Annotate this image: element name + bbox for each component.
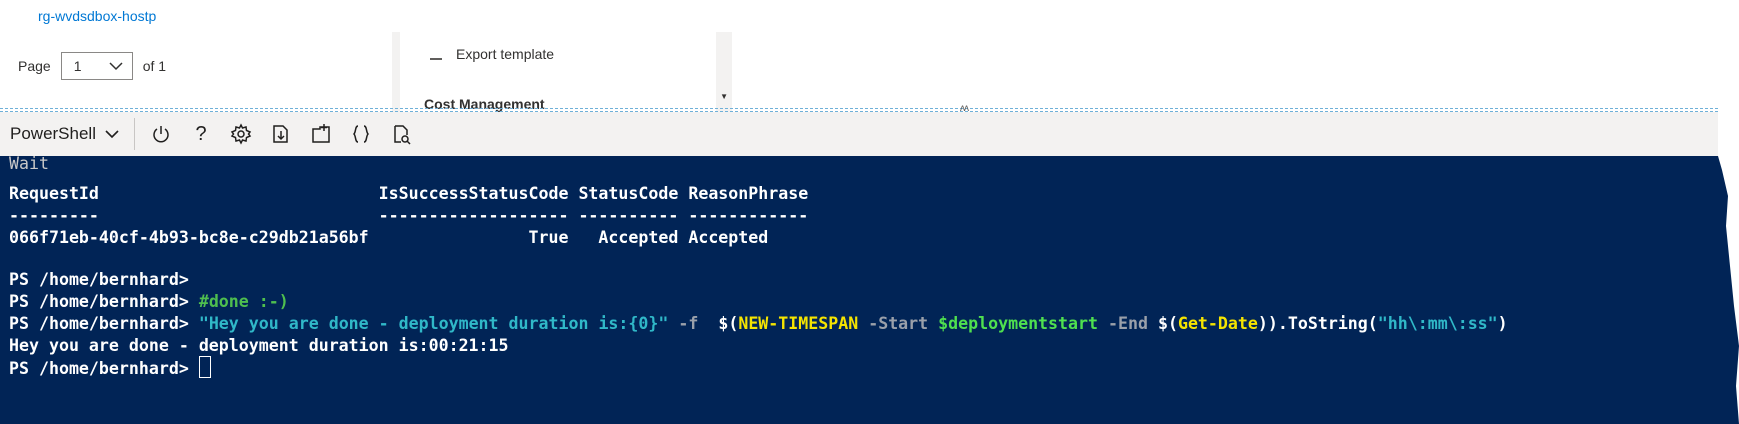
command-string: "hh\:mm\:ss" bbox=[1377, 314, 1498, 333]
upload-download-button[interactable] bbox=[261, 114, 301, 154]
terminal-cursor bbox=[198, 356, 211, 378]
menu-item-label: Export template bbox=[456, 46, 555, 62]
new-session-button[interactable] bbox=[301, 114, 341, 154]
help-icon: ? bbox=[195, 122, 207, 145]
terminal-prompt-line: PS /home/bernhard> #done :-) bbox=[9, 290, 289, 314]
open-editor-icon bbox=[312, 124, 330, 143]
command-method: )).ToString( bbox=[1257, 314, 1378, 333]
prompt: PS /home/bernhard> bbox=[9, 270, 199, 289]
terminal-output-line: Hey you are done - deployment duration i… bbox=[9, 336, 509, 355]
terminal-table-row: 066f71eb-40cf-4b93-bc8e-c29db21a56bf Tru… bbox=[9, 228, 769, 247]
menu-scrollbar[interactable]: ▼ bbox=[716, 32, 732, 112]
chevron-down-icon bbox=[109, 62, 123, 71]
terminal-table-divider: --------- ------------------- ----------… bbox=[9, 206, 809, 225]
command-param: -Start bbox=[858, 314, 939, 333]
terminal[interactable]: Wait RequestId IsSuccessStatusCode Statu… bbox=[0, 156, 1739, 424]
restart-button[interactable] bbox=[141, 114, 181, 154]
chevron-down-icon bbox=[105, 130, 119, 139]
command-subexpr: $( bbox=[1157, 314, 1178, 333]
terminal-table-header: RequestId IsSuccessStatusCode StatusCode… bbox=[9, 184, 809, 203]
settings-icon bbox=[230, 123, 252, 145]
command-variable: $deploymentstart bbox=[938, 314, 1099, 333]
page-select-value: 1 bbox=[73, 58, 82, 74]
command-close: ) bbox=[1497, 314, 1508, 333]
terminal-prompt-line: PS /home/bernhard> bbox=[9, 268, 199, 292]
portal-content: rg-wvdsdbox-hostp Page 1 of 1 Export tem… bbox=[0, 0, 1739, 112]
menu-item-export-template[interactable]: Export template bbox=[430, 46, 554, 62]
shell-type-select[interactable]: PowerShell bbox=[0, 118, 135, 150]
command-format-operator: -f bbox=[668, 314, 709, 333]
command-cmdlet: NEW-TIMESPAN bbox=[738, 314, 859, 333]
export-template-icon bbox=[430, 58, 442, 60]
command-string: "Hey you are done - deployment duration … bbox=[198, 314, 669, 333]
comment-text: #done :-) bbox=[198, 292, 289, 311]
page-label: Page bbox=[18, 58, 51, 74]
page-of-label: of 1 bbox=[142, 58, 167, 74]
web-preview-icon bbox=[394, 125, 411, 145]
shell-type-label: PowerShell bbox=[10, 124, 96, 143]
settings-button[interactable] bbox=[221, 114, 261, 154]
resource-menu: Export template Cost Management ▼ bbox=[392, 32, 732, 112]
prompt: PS /home/bernhard> bbox=[9, 359, 199, 378]
command-cmdlet: Get-Date bbox=[1177, 314, 1258, 333]
prompt: PS /home/bernhard> bbox=[9, 314, 199, 333]
page-select[interactable]: 1 bbox=[60, 52, 133, 80]
cloud-shell-toolbar: PowerShell ? bbox=[0, 112, 1718, 157]
upload-download-icon bbox=[273, 125, 288, 143]
power-icon bbox=[153, 126, 169, 143]
help-button[interactable]: ? bbox=[181, 114, 221, 154]
command-param: -End bbox=[1098, 314, 1158, 333]
prompt: PS /home/bernhard> bbox=[9, 292, 199, 311]
web-preview-button[interactable] bbox=[381, 114, 421, 154]
pagination: Page 1 of 1 bbox=[18, 52, 166, 80]
terminal-command-line: PS /home/bernhard> "Hey you are done - d… bbox=[9, 312, 1508, 336]
command-subexpr: $( bbox=[708, 314, 739, 333]
braces-icon bbox=[352, 125, 370, 143]
resource-group-link[interactable]: rg-wvdsdbox-hostp bbox=[38, 8, 156, 24]
terminal-prompt-line: PS /home/bernhard> bbox=[9, 356, 211, 381]
scroll-down-icon[interactable]: ▼ bbox=[720, 92, 728, 101]
editor-button[interactable] bbox=[341, 114, 381, 154]
